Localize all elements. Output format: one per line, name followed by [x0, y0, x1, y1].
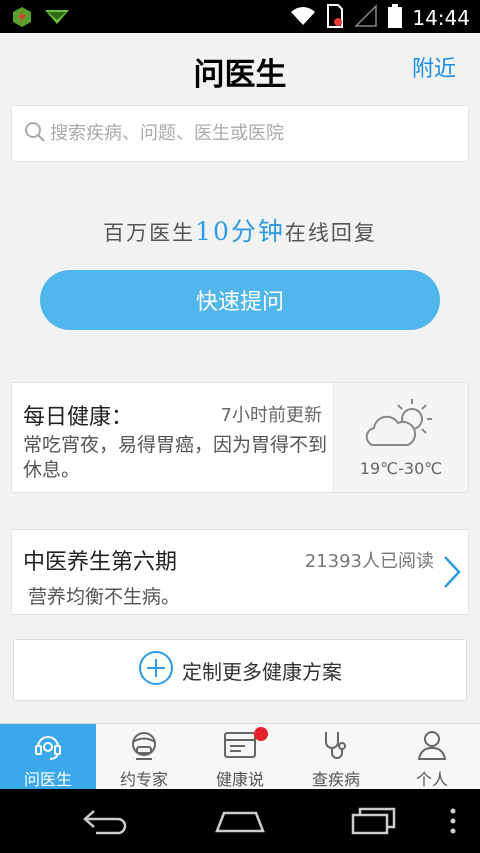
custom-plan-label: 定制更多健康方案 [182, 659, 342, 684]
tab-label: 查疾病 [311, 770, 360, 789]
daily-health-title: 每日健康： [23, 405, 134, 430]
recent-apps-icon[interactable] [350, 807, 398, 839]
weather-temperature: 19℃-30℃ [359, 459, 443, 478]
partly-cloudy-icon [362, 395, 440, 457]
daily-health-card[interactable]: 每日健康： 7小时前更新 常吃宵夜，易得胃癌，因为胃得不到休息。 19℃-30℃ [11, 382, 469, 493]
slogan-prefix: 百万医生 [103, 221, 196, 245]
doctor-icon [128, 729, 160, 765]
daily-health-updated: 7小时前更新 [220, 405, 322, 426]
chevron-right-icon [442, 554, 462, 594]
quick-ask-button[interactable]: 快速提问 [40, 270, 440, 330]
card-icon [223, 730, 257, 764]
tab-health-talk[interactable]: 健康说 [192, 724, 288, 790]
custom-health-plan-button[interactable]: 定制更多健康方案 [13, 639, 467, 701]
slogan-suffix: 在线回复 [284, 221, 377, 245]
tcm-article-card[interactable]: 中医养生第六期 21393人已阅读 营养均衡不生病。 [11, 529, 469, 615]
search-icon [24, 121, 46, 147]
header: 问医生 附近 [0, 33, 480, 105]
tab-profile[interactable]: 个人 [384, 724, 480, 790]
tcm-article-title: 中医养生第六期 [23, 550, 178, 575]
notification-badge [254, 727, 268, 741]
tab-check-disease[interactable]: 查疾病 [288, 724, 384, 790]
battery-icon [388, 4, 403, 32]
tab-label: 个人 [415, 770, 448, 789]
tab-label: 问医生 [23, 770, 72, 789]
search-bar[interactable] [11, 105, 469, 162]
signal-icon [354, 4, 378, 32]
mail-arrow-icon [44, 8, 70, 30]
app-notification-icon [10, 5, 34, 33]
tab-label: 健康说 [215, 770, 264, 789]
tab-bar: 问医生 约专家 健康说 查疾病 个人 [0, 723, 480, 790]
slogan: 百万医生10分钟在线回复 [0, 212, 480, 248]
nearby-button[interactable]: 附近 [412, 51, 456, 83]
slogan-highlight: 10分钟 [195, 217, 285, 246]
search-input[interactable] [50, 123, 450, 144]
system-nav-bar [0, 789, 480, 853]
tab-label: 约专家 [119, 770, 168, 789]
back-icon[interactable] [82, 807, 130, 839]
daily-health-body: 常吃宵夜，易得胃癌，因为胃得不到休息。 [23, 434, 328, 481]
overflow-menu-icon[interactable] [448, 807, 458, 839]
page-title: 问医生 [193, 57, 287, 93]
person-icon [416, 729, 448, 765]
plus-circle-icon [138, 650, 174, 690]
tab-ask-doctor[interactable]: 问医生 [0, 724, 96, 790]
tcm-article-subtitle: 营养均衡不生病。 [28, 586, 181, 608]
wifi-icon [290, 5, 316, 31]
status-time: 14:44 [412, 6, 470, 30]
headset-icon [32, 729, 64, 765]
weather-widget: 19℃-30℃ [333, 383, 468, 492]
stethoscope-icon [320, 729, 352, 765]
status-bar: 14:44 [0, 0, 480, 33]
home-icon[interactable] [214, 807, 266, 839]
tcm-article-reads: 21393人已阅读 [304, 551, 434, 572]
sim-icon [326, 4, 344, 32]
tab-book-expert[interactable]: 约专家 [96, 724, 192, 790]
